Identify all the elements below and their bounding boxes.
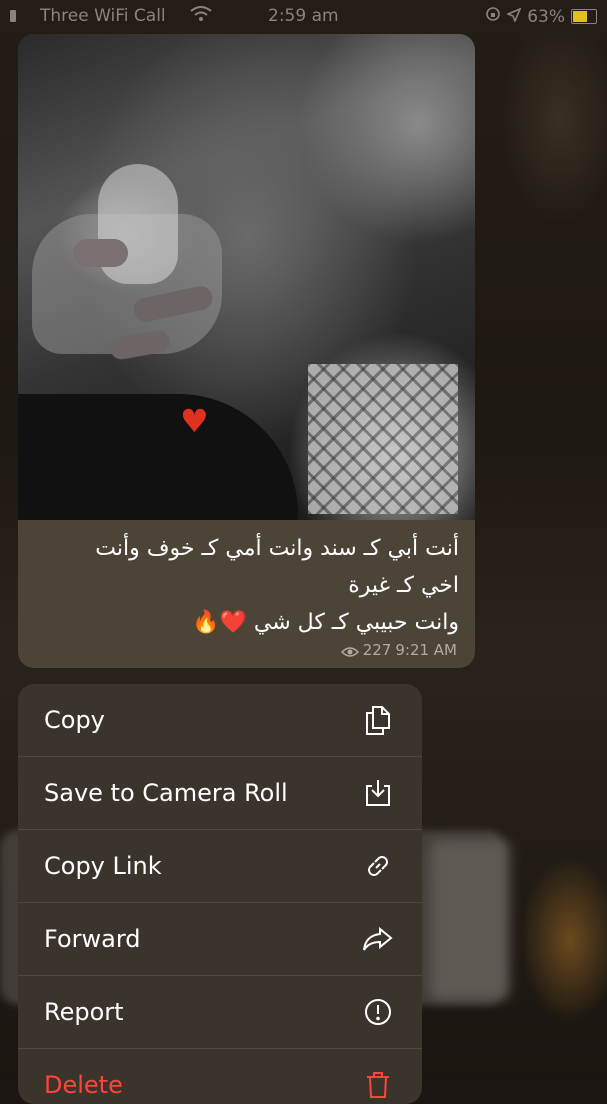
message-meta: 227 9:21 AM <box>340 641 457 659</box>
status-time: 2:59 am <box>268 6 339 26</box>
menu-item-report[interactable]: Report <box>18 976 422 1049</box>
menu-item-copy-link[interactable]: Copy Link <box>18 830 422 903</box>
status-right-group: 63% <box>485 6 597 27</box>
menu-item-label: Forward <box>44 925 141 953</box>
menu-item-label: Save to Camera Roll <box>44 779 288 807</box>
forward-icon <box>362 923 394 955</box>
photo-nail <box>73 239 128 267</box>
menu-item-label: Copy <box>44 706 105 734</box>
message-photo[interactable]: ♥ <box>18 34 475 520</box>
menu-item-label: Delete <box>44 1071 123 1099</box>
battery-percent: 63% <box>527 6 565 27</box>
context-menu: Copy Save to Camera Roll Copy Link Forwa… <box>18 684 422 1104</box>
report-icon <box>362 996 394 1028</box>
menu-item-delete[interactable]: Delete <box>18 1049 422 1104</box>
battery-icon <box>571 9 597 24</box>
menu-item-save-to-camera-roll[interactable]: Save to Camera Roll <box>18 757 422 830</box>
lock-rotation-icon <box>485 6 501 27</box>
message-caption: أنت أبي كـ سند وانت أمي كـ خوف وأنت اخي … <box>18 520 475 641</box>
message-bubble[interactable]: ♥ أنت أبي كـ سند وانت أمي كـ خوف وأنت اخ… <box>18 34 475 668</box>
caption-line: اخي كـ غيرة <box>348 573 459 598</box>
signal-icon <box>10 10 16 22</box>
carrier-label: Three WiFi Call <box>40 6 166 26</box>
trash-icon <box>362 1069 394 1101</box>
link-icon <box>362 850 394 882</box>
menu-item-copy[interactable]: Copy <box>18 684 422 757</box>
location-icon <box>506 7 522 27</box>
caption-line: أنت أبي كـ سند وانت أمي كـ خوف وأنت <box>95 536 459 561</box>
copy-icon <box>362 704 394 736</box>
photo-pattern <box>308 364 458 514</box>
blurred-background-card-edge <box>430 840 510 1000</box>
wifi-icon <box>190 6 212 27</box>
status-bar: Three WiFi Call 2:59 am 63% <box>0 0 607 34</box>
message-time: 9:21 AM <box>395 641 457 659</box>
photo-collar <box>18 394 298 520</box>
heart-icon: ♥ <box>180 402 209 440</box>
menu-item-label: Report <box>44 998 124 1026</box>
view-count: 227 <box>362 641 392 659</box>
eye-icon <box>340 644 359 657</box>
menu-item-label: Copy Link <box>44 852 162 880</box>
caption-line: وانت حبيبي كـ كل شي ❤️🔥 <box>192 610 459 635</box>
menu-item-forward[interactable]: Forward <box>18 903 422 976</box>
save-download-icon <box>362 777 394 809</box>
